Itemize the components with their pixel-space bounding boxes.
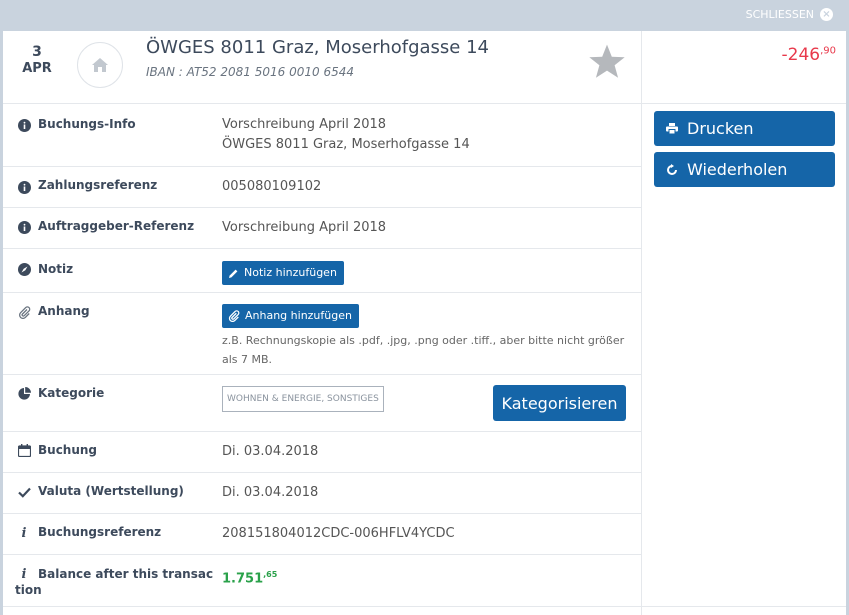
iban-text: IBAN : AT52 2081 5016 0010 6544: [146, 65, 354, 79]
row-category: Kategorie WOHNEN & ENERGIE, SONSTIGES Ka…: [3, 375, 641, 432]
row-orderer-reference: Auftraggeber-Referenz Vorschreibung Apri…: [3, 208, 641, 249]
calendar-icon: [17, 443, 31, 457]
row-label: Notiz: [38, 262, 74, 276]
row-value: Anhang hinzufügen z.B. Rechnungskopie al…: [222, 304, 627, 369]
row-booking-info: Buchungs-Info Vorschreibung April 2018 Ö…: [3, 104, 641, 167]
add-attachment-button[interactable]: Anhang hinzufügen: [222, 304, 359, 328]
printer-icon: [666, 123, 678, 134]
row-balance: i Balance after this transac tion 1.751,…: [3, 555, 641, 603]
row-label: Buchungsreferenz: [38, 525, 162, 539]
category-tag: WOHNEN & ENERGIE, SONSTIGES: [222, 386, 384, 412]
repeat-label: Wiederholen: [687, 160, 788, 179]
info-icon: [17, 180, 31, 194]
balance-main: 1.751: [222, 571, 264, 587]
close-icon: ×: [820, 8, 833, 21]
print-label: Drucken: [687, 119, 754, 138]
pencil-icon: [229, 269, 238, 278]
booking-info-line1: Vorschreibung April 2018: [222, 117, 387, 132]
compass-icon: [17, 262, 31, 276]
bottom-divider: [3, 606, 846, 607]
row-booking-reference: i Buchungsreferenz 208151804012CDC-006HF…: [3, 514, 641, 555]
row-value: Di. 03.04.2018: [222, 485, 319, 500]
column-divider: [641, 31, 642, 615]
add-note-button[interactable]: Notiz hinzufügen: [222, 261, 344, 285]
close-button[interactable]: SCHLIESSEN ×: [746, 8, 833, 21]
transaction-amount: -246,90: [782, 45, 837, 65]
row-payment-reference: Zahlungsreferenz 005080109102: [3, 167, 641, 208]
row-label: Auftraggeber-Referenz: [38, 219, 195, 233]
transaction-header: 3 APR ÖWGES 8011 Graz, Moserhofgasse 14 …: [3, 31, 846, 104]
checkmark-icon: [17, 485, 31, 499]
row-value: Di. 03.04.2018: [222, 444, 319, 459]
row-label: Anhang: [38, 304, 90, 318]
row-note: Notiz Notiz hinzufügen: [3, 249, 641, 293]
row-label: Zahlungsreferenz: [38, 178, 158, 192]
row-value: 208151804012CDC-006HFLV4YCDC: [222, 526, 455, 541]
date-day: 3: [32, 44, 42, 60]
categorize-button[interactable]: Kategorisieren: [493, 385, 626, 421]
row-attachment: Anhang Anhang hinzufügen z.B. Rechnungsk…: [3, 293, 641, 375]
favorite-star-icon[interactable]: [587, 43, 627, 85]
row-label: Valuta (Wertstellung): [38, 484, 184, 498]
row-label: Buchung: [38, 443, 98, 457]
balance-label-line2: tion: [15, 583, 42, 597]
row-value-date: Valuta (Wertstellung) Di. 03.04.2018: [3, 473, 641, 514]
row-label: Kategorie: [38, 386, 105, 400]
repeat-icon: [667, 163, 677, 175]
row-value: Vorschreibung April 2018: [222, 220, 387, 235]
transaction-detail-panel: 3 APR ÖWGES 8011 Graz, Moserhofgasse 14 …: [3, 31, 846, 615]
attachment-hint: z.B. Rechnungskopie als .pdf, .jpg, .png…: [222, 334, 625, 366]
row-label: Buchungs-Info: [38, 117, 136, 131]
amount-main: -246: [781, 45, 821, 65]
row-value: Notiz hinzufügen: [222, 261, 344, 286]
booking-info-line2: ÖWGES 8011 Graz, Moserhofgasse 14: [222, 137, 470, 152]
pie-chart-icon: [17, 386, 31, 400]
repeat-button[interactable]: Wiederholen: [654, 152, 835, 187]
transaction-title: ÖWGES 8011 Graz, Moserhofgasse 14: [146, 37, 489, 58]
info-icon: [17, 220, 31, 234]
add-attachment-label: Anhang hinzufügen: [245, 309, 352, 322]
row-value: 005080109102: [222, 179, 322, 194]
paperclip-icon: [17, 305, 31, 319]
house-icon: [77, 42, 123, 88]
amount-cents: ,90: [820, 45, 836, 57]
row-value: WOHNEN & ENERGIE, SONSTIGES: [222, 386, 384, 412]
balance-cents: ,65: [263, 570, 278, 579]
booking-date-badge: 3 APR: [17, 44, 57, 78]
balance-label-line1: Balance after this transac: [38, 567, 214, 581]
top-bar: SCHLIESSEN ×: [0, 0, 849, 31]
print-button[interactable]: Drucken: [654, 111, 835, 146]
add-note-label: Notiz hinzufügen: [244, 266, 337, 279]
row-label: Balance after this transac tion: [15, 566, 213, 598]
balance-value: 1.751,65: [222, 565, 277, 589]
row-value: Vorschreibung April 2018 ÖWGES 8011 Graz…: [222, 115, 470, 155]
row-booking: Buchung Di. 03.04.2018: [3, 432, 641, 473]
info-icon: [17, 118, 31, 132]
close-label: SCHLIESSEN: [745, 8, 814, 21]
info-i-icon: i: [21, 525, 27, 541]
detail-rows: Buchungs-Info Vorschreibung April 2018 Ö…: [3, 104, 641, 603]
date-month: APR: [22, 61, 52, 76]
paperclip-icon: [228, 310, 240, 322]
